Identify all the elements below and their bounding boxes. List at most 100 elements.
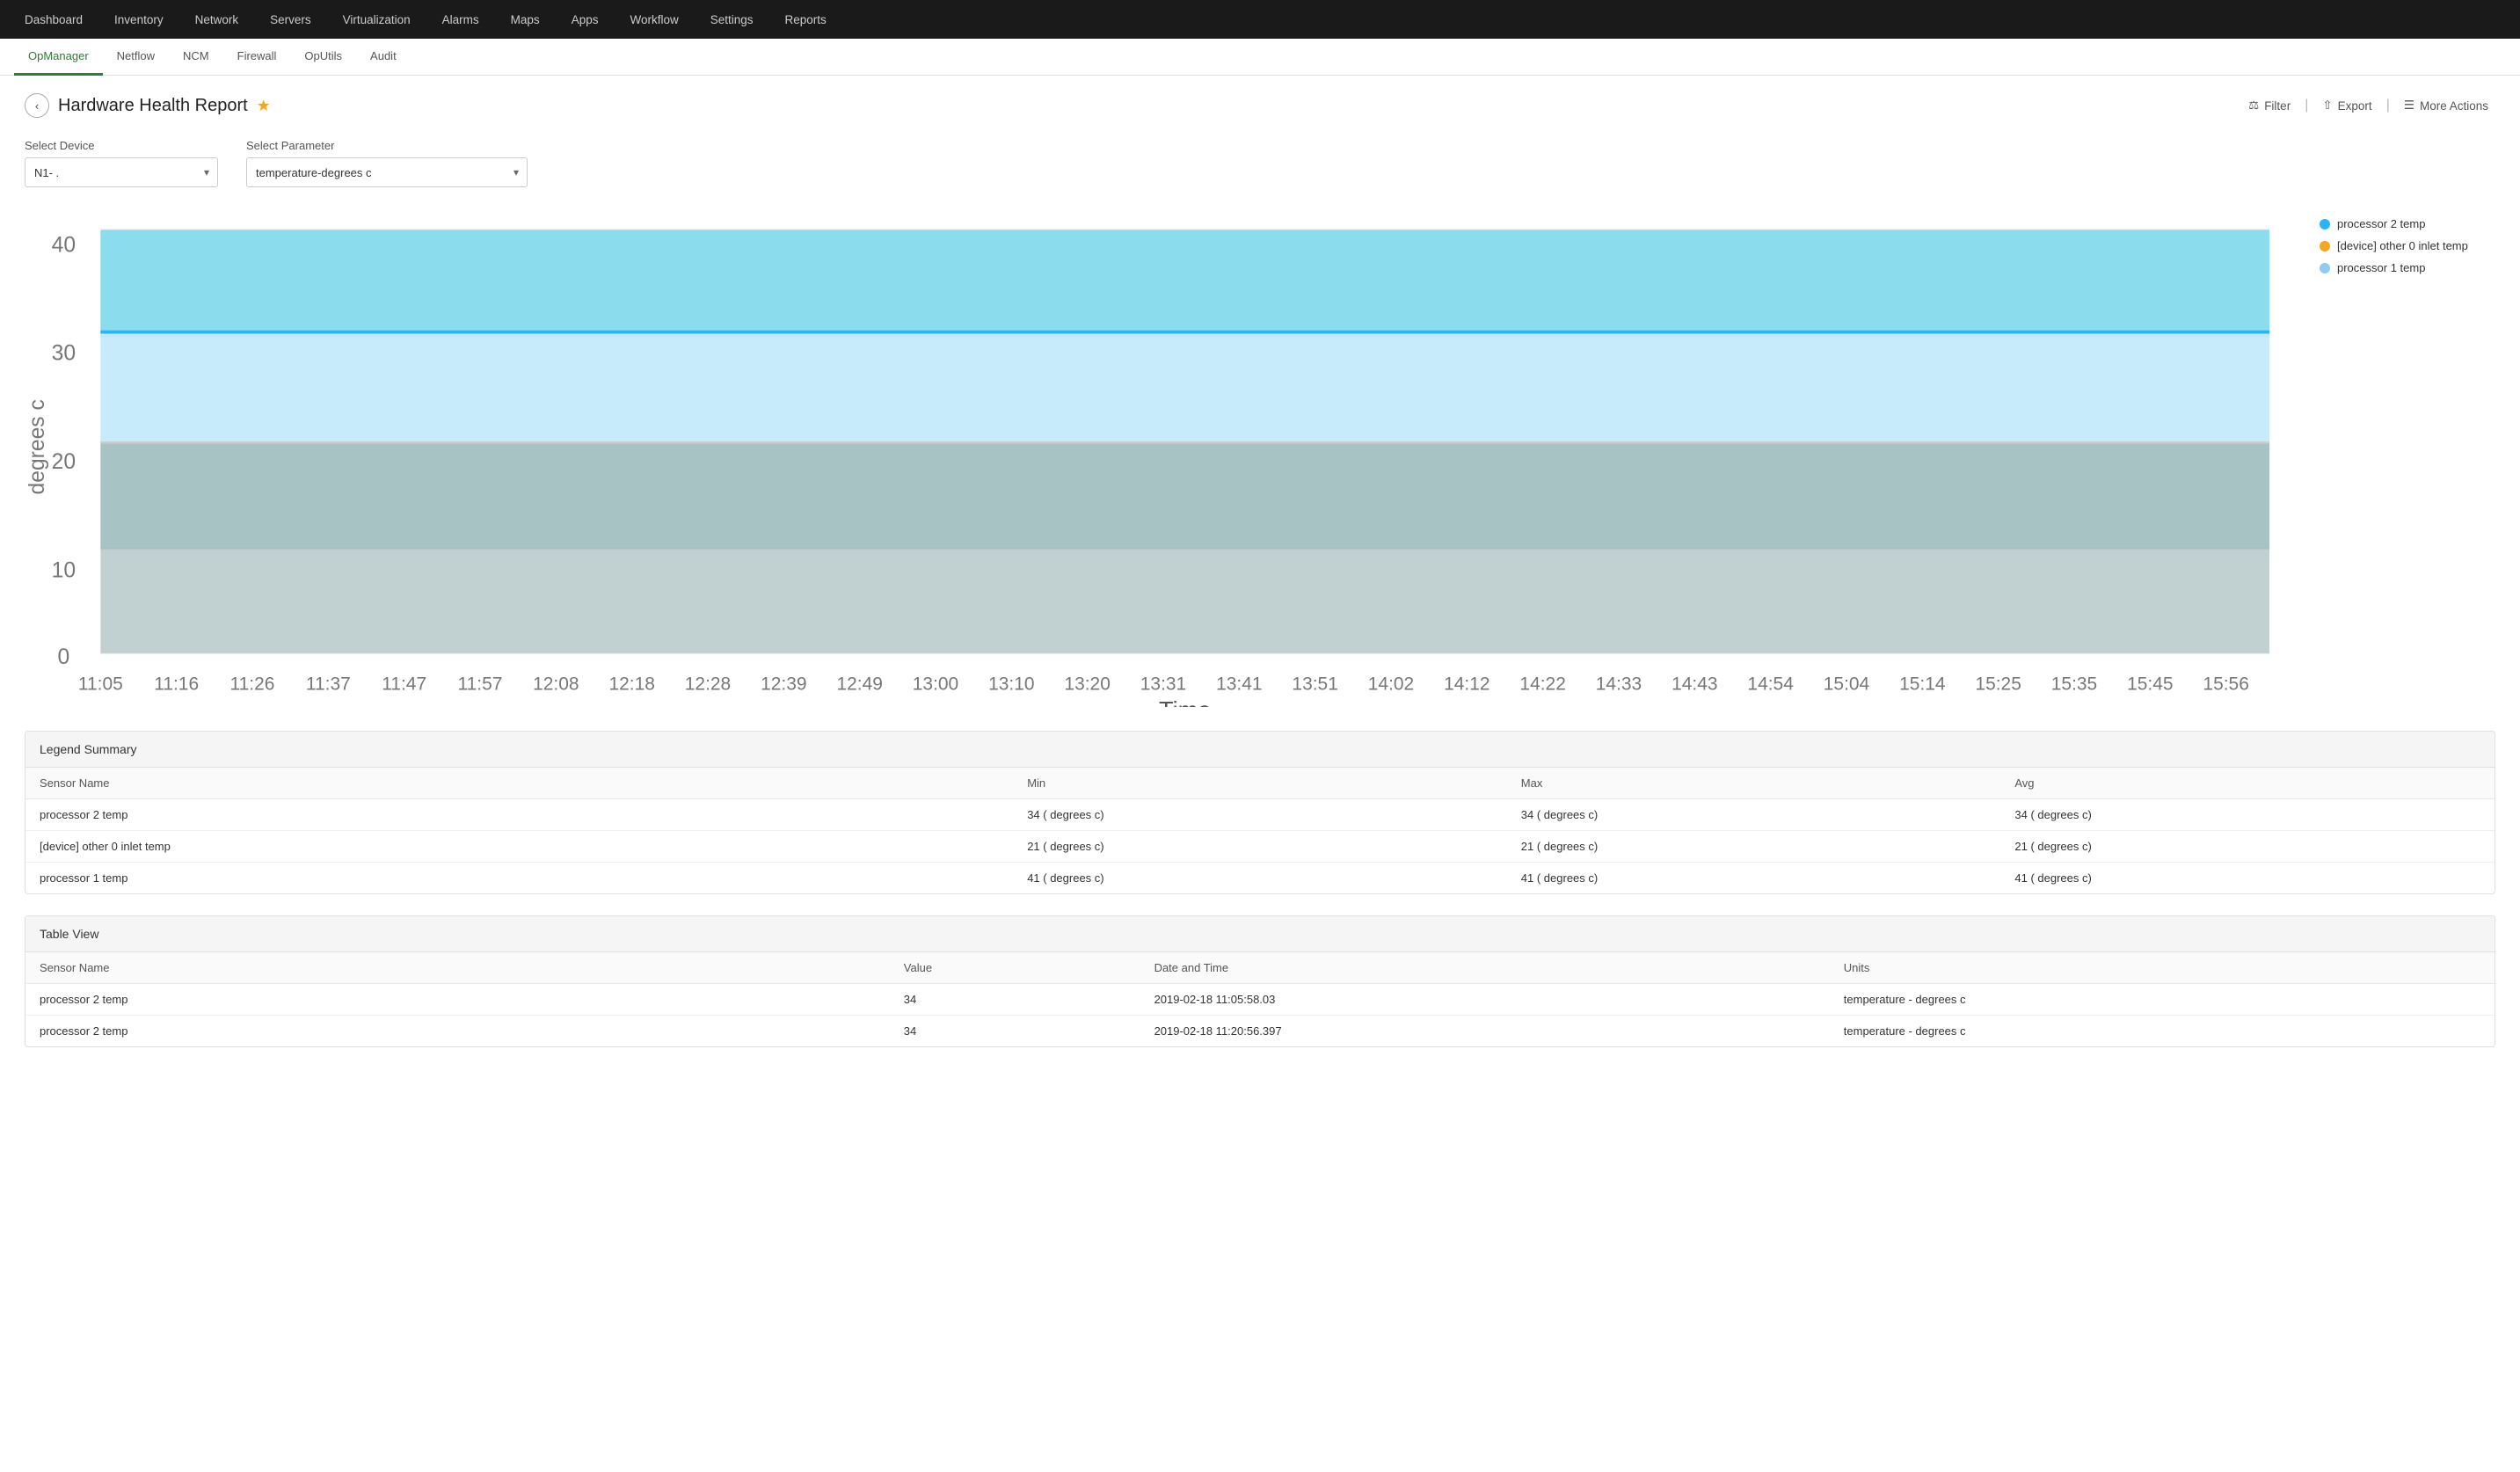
legend-color-dot bbox=[2320, 241, 2330, 251]
title-area: ‹ Hardware Health Report ★ bbox=[25, 93, 271, 118]
page-actions: ⚖ Filter | ⇧ Export | ☰ More Actions bbox=[2241, 95, 2495, 116]
top-nav-alarms[interactable]: Alarms bbox=[426, 0, 495, 39]
param-select-wrapper: temperature-degrees c bbox=[246, 157, 528, 187]
favorite-icon[interactable]: ★ bbox=[257, 97, 271, 115]
top-nav-servers[interactable]: Servers bbox=[254, 0, 327, 39]
device-label: Select Device bbox=[25, 139, 218, 152]
cell-min: 41 ( degrees c) bbox=[1013, 863, 1507, 894]
col-avg: Avg bbox=[2000, 768, 2495, 799]
cell-datetime: 2019-02-18 11:20:56.397 bbox=[1140, 1016, 1830, 1047]
sub-nav-audit[interactable]: Audit bbox=[356, 39, 411, 76]
param-select[interactable]: temperature-degrees c bbox=[246, 157, 528, 187]
sub-nav-opmanager[interactable]: OpManager bbox=[14, 39, 103, 76]
table-view-body: processor 2 temp342019-02-18 11:05:58.03… bbox=[25, 984, 2495, 1047]
legend-summary-table: Sensor Name Min Max Avg processor 2 temp… bbox=[25, 768, 2495, 893]
chart-container: 40 30 20 10 0 degrees c bbox=[25, 208, 2495, 710]
sub-nav-netflow[interactable]: Netflow bbox=[103, 39, 169, 76]
table-row: processor 1 temp41 ( degrees c)41 ( degr… bbox=[25, 863, 2495, 894]
svg-text:degrees c: degrees c bbox=[25, 399, 49, 494]
sub-navigation: OpManagerNetflowNCMFirewallOpUtilsAudit bbox=[0, 39, 2520, 76]
cell-min: 21 ( degrees c) bbox=[1013, 831, 1507, 863]
svg-text:13:10: 13:10 bbox=[988, 674, 1034, 695]
svg-text:14:02: 14:02 bbox=[1368, 674, 1414, 695]
page-header: ‹ Hardware Health Report ★ ⚖ Filter | ⇧ … bbox=[25, 93, 2495, 118]
svg-text:14:43: 14:43 bbox=[1672, 674, 1717, 695]
cell-datetime: 2019-02-18 11:05:58.03 bbox=[1140, 984, 1830, 1016]
svg-text:11:37: 11:37 bbox=[306, 674, 351, 695]
cell-name: processor 2 temp bbox=[25, 1016, 890, 1047]
filter-icon: ⚖ bbox=[2248, 98, 2259, 113]
svg-text:11:47: 11:47 bbox=[382, 674, 426, 695]
svg-text:13:51: 13:51 bbox=[1292, 674, 1337, 695]
cell-avg: 41 ( degrees c) bbox=[2000, 863, 2495, 894]
svg-text:15:14: 15:14 bbox=[1899, 674, 1946, 695]
sub-nav-firewall[interactable]: Firewall bbox=[223, 39, 291, 76]
svg-text:13:41: 13:41 bbox=[1216, 674, 1262, 695]
top-nav-virtualization[interactable]: Virtualization bbox=[327, 0, 426, 39]
top-nav-settings[interactable]: Settings bbox=[695, 0, 769, 39]
cell-avg: 21 ( degrees c) bbox=[2000, 831, 2495, 863]
top-navigation: DashboardInventoryNetworkServersVirtuali… bbox=[0, 0, 2520, 39]
cell-units: temperature - degrees c bbox=[1830, 984, 2495, 1016]
top-nav-apps[interactable]: Apps bbox=[556, 0, 615, 39]
svg-text:12:28: 12:28 bbox=[685, 674, 731, 695]
tv-col-units: Units bbox=[1830, 952, 2495, 984]
table-view-thead: Sensor Name Value Date and Time Units bbox=[25, 952, 2495, 984]
separator-1: | bbox=[2305, 98, 2308, 113]
separator-2: | bbox=[2386, 98, 2390, 113]
svg-text:30: 30 bbox=[52, 342, 76, 366]
device-select[interactable]: N1- . bbox=[25, 157, 218, 187]
legend-summary-section: Legend Summary Sensor Name Min Max Avg p… bbox=[25, 731, 2495, 894]
legend-summary-header-row: Sensor Name Min Max Avg bbox=[25, 768, 2495, 799]
svg-text:11:26: 11:26 bbox=[230, 674, 275, 695]
cell-max: 34 ( degrees c) bbox=[1507, 799, 2001, 831]
svg-text:13:31: 13:31 bbox=[1140, 674, 1186, 695]
cell-value: 34 bbox=[890, 984, 1140, 1016]
svg-text:15:04: 15:04 bbox=[1824, 674, 1870, 695]
svg-text:10: 10 bbox=[52, 558, 76, 582]
form-row: Select Device N1- . Select Parameter tem… bbox=[25, 139, 2495, 187]
legend-item-label: processor 1 temp bbox=[2337, 261, 2425, 274]
legend-item-label: [device] other 0 inlet temp bbox=[2337, 239, 2468, 252]
cell-max: 21 ( degrees c) bbox=[1507, 831, 2001, 863]
col-min: Min bbox=[1013, 768, 1507, 799]
cell-name: processor 2 temp bbox=[25, 984, 890, 1016]
legend-color-dot bbox=[2320, 219, 2330, 230]
filter-label: Filter bbox=[2264, 99, 2291, 113]
top-nav-maps[interactable]: Maps bbox=[495, 0, 556, 39]
svg-text:40: 40 bbox=[52, 233, 76, 257]
tv-col-value: Value bbox=[890, 952, 1140, 984]
tv-col-datetime: Date and Time bbox=[1140, 952, 1830, 984]
table-view-title: Table View bbox=[25, 916, 2495, 952]
cell-name: [device] other 0 inlet temp bbox=[25, 831, 1013, 863]
svg-text:15:45: 15:45 bbox=[2127, 674, 2173, 695]
top-nav-network[interactable]: Network bbox=[179, 0, 255, 39]
legend-item: processor 1 temp bbox=[2320, 261, 2495, 274]
svg-text:11:05: 11:05 bbox=[78, 674, 123, 695]
svg-text:15:56: 15:56 bbox=[2203, 674, 2248, 695]
legend-summary-thead: Sensor Name Min Max Avg bbox=[25, 768, 2495, 799]
svg-text:Time: Time bbox=[1159, 696, 1211, 708]
chart-svg: 40 30 20 10 0 degrees c bbox=[25, 208, 2302, 707]
page-content: ‹ Hardware Health Report ★ ⚖ Filter | ⇧ … bbox=[0, 76, 2520, 1086]
filter-button[interactable]: ⚖ Filter bbox=[2241, 95, 2298, 116]
svg-text:14:33: 14:33 bbox=[1596, 674, 1642, 695]
svg-text:11:16: 11:16 bbox=[154, 674, 199, 695]
export-button[interactable]: ⇧ Export bbox=[2315, 95, 2378, 116]
top-nav-workflow[interactable]: Workflow bbox=[614, 0, 694, 39]
svg-text:12:18: 12:18 bbox=[608, 674, 654, 695]
sub-nav-oputils[interactable]: OpUtils bbox=[290, 39, 356, 76]
table-row: processor 2 temp342019-02-18 11:05:58.03… bbox=[25, 984, 2495, 1016]
legend-item: processor 2 temp bbox=[2320, 217, 2495, 230]
svg-text:11:57: 11:57 bbox=[458, 674, 503, 695]
svg-text:14:12: 14:12 bbox=[1444, 674, 1489, 695]
back-button[interactable]: ‹ bbox=[25, 93, 49, 118]
top-nav-dashboard[interactable]: Dashboard bbox=[9, 0, 98, 39]
legend-color-dot bbox=[2320, 263, 2330, 273]
sub-nav-ncm[interactable]: NCM bbox=[169, 39, 223, 76]
top-nav-inventory[interactable]: Inventory bbox=[98, 0, 179, 39]
more-actions-icon: ☰ bbox=[2404, 98, 2414, 113]
top-nav-reports[interactable]: Reports bbox=[769, 0, 842, 39]
svg-text:15:25: 15:25 bbox=[1975, 674, 2021, 695]
more-actions-button[interactable]: ☰ More Actions bbox=[2397, 95, 2495, 116]
